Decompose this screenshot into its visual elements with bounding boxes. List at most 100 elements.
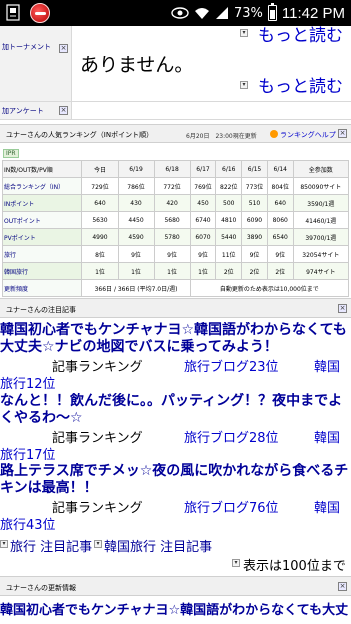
table-cell[interactable]: INポイント: [1, 194, 83, 212]
column-header: 6/16: [215, 160, 243, 178]
table-cell[interactable]: 旅行: [1, 245, 83, 263]
table-row: 旅行 8位 9位 9位 9位 11位 9位 9位 32054サイト: [1, 245, 350, 263]
post-title-2[interactable]: なんと！！飲んだ後に。。パッティング！？夜中までよ くやるわ〜☆: [0, 393, 351, 427]
table-cell[interactable]: OUTポイント: [1, 211, 83, 229]
post-title-line[interactable]: キンは最高！！: [0, 480, 351, 497]
app-icon: [30, 3, 50, 23]
post-blog-rank[interactable]: 旅行ブログ76位: [184, 501, 279, 517]
post-title-line[interactable]: 路上テラス席でチメッ☆夜の風に吹かれながら食べるチ: [0, 463, 351, 480]
close-icon[interactable]: ×: [59, 106, 68, 115]
column-header: 6/14: [266, 160, 294, 178]
column-header: 6/19: [117, 160, 155, 178]
tag-link-korea[interactable]: 韓国旅行 注目記事: [104, 536, 212, 555]
table-cell: 1位: [153, 262, 191, 280]
column-header: 6/17: [189, 160, 217, 178]
more-link-top[interactable]: もっと読む: [258, 26, 343, 46]
table-cell: 32054サイト: [292, 245, 350, 263]
tag-links: ▾ 旅行 注目記事 ▾ 韓国旅行 注目記事: [0, 536, 351, 555]
post-title-3[interactable]: 路上テラス席でチメッ☆夜の風に吹かれながら食べるチ キンは最高！！: [0, 463, 351, 497]
arrow-icon[interactable]: ▾: [240, 81, 248, 89]
close-icon[interactable]: ×: [338, 304, 347, 313]
table-cell: 640: [266, 194, 294, 212]
post-region[interactable]: 韓国: [314, 501, 340, 517]
table-row: PVポイント 4990 4590 5780 6070 5440 3890 6540 39700/…: [1, 228, 350, 246]
column-header: 今日: [81, 160, 119, 178]
tag-link-travel[interactable]: 旅行 注目記事: [10, 536, 92, 555]
table-cell: 450: [189, 194, 217, 212]
status-bar: 73% 11:42 PM: [0, 0, 351, 26]
tournament-section: 加トーナメント × ▾ もっと読む ありません。 ▾ もっと読む: [0, 26, 351, 102]
post-blog-rank[interactable]: 旅行ブログ28位: [184, 431, 279, 447]
update-post-title[interactable]: 韓国初心者でもケンチャナヨ☆韓国語がわからなくても大丈: [0, 602, 351, 619]
table-cell: 366日 / 366日 (平均7.0日/週): [81, 279, 191, 297]
close-icon[interactable]: ×: [59, 44, 68, 53]
notice-header: ユナーさんの注目記事 ×: [0, 298, 351, 318]
post-category: 記事ランキング: [52, 431, 143, 446]
table-cell: 4450: [117, 211, 155, 229]
arrow-icon[interactable]: ▾: [240, 29, 248, 37]
show-more-text[interactable]: 表示は100位まで: [243, 555, 346, 574]
table-cell[interactable]: PVポイント: [1, 228, 83, 246]
table-cell: 6740: [189, 211, 217, 229]
ranking-title: ユナーさんの人気ランキング（INポイント順）: [6, 131, 154, 139]
survey-side-cell: 加アンケート ×: [0, 102, 72, 119]
table-cell: 8060: [266, 211, 294, 229]
post-blog-rank[interactable]: 旅行ブログ23位: [184, 360, 279, 376]
post-title-line[interactable]: なんと！！飲んだ後に。。パッティング！？夜中までよ: [0, 393, 351, 410]
column-header: 6/18: [153, 160, 191, 178]
post-title-line[interactable]: 大丈夫☆ナビの地図でバスに乗ってみよう！: [0, 339, 351, 356]
ranking-badge: IPR: [3, 149, 19, 158]
post-title-line[interactable]: 韓国初心者でもケンチャナヨ☆韓国語がわからなくても: [0, 322, 351, 339]
page-content: 加トーナメント × ▾ もっと読む ありません。 ▾ もっと読む 加アンケート …: [0, 26, 351, 624]
table-cell: 1位: [81, 262, 119, 280]
tournament-body: ありません。: [80, 54, 194, 76]
table-row: 韓国旅行 1位 1位 1位 1位 2位 2位 2位 974サイト: [1, 262, 350, 280]
tournament-label: 加トーナメント: [2, 43, 51, 51]
arrow-icon[interactable]: ▾: [232, 559, 240, 567]
notification-icon: [6, 4, 20, 21]
table-cell: 5440: [215, 228, 243, 246]
table-cell: 2位: [215, 262, 243, 280]
table-cell: 3890: [241, 228, 268, 246]
table-header-row: IN数/OUT数/PV順 今日 6/19 6/18 6/17 6/16 6/15 6/14 全参…: [1, 160, 350, 178]
table-row: INポイント 640 430 420 450 500 510 640 3590/1週: [1, 194, 350, 212]
ranking-help-link[interactable]: ランキングヘルプ: [280, 130, 336, 140]
post-region[interactable]: 韓国: [314, 431, 340, 447]
post-title-1[interactable]: 韓国初心者でもケンチャナヨ☆韓国語がわからなくても 大丈夫☆ナビの地図でバスに乗…: [0, 322, 351, 356]
table-cell: 9位: [189, 245, 217, 263]
table-cell: 2位: [241, 262, 268, 280]
table-cell: 2位: [266, 262, 294, 280]
notice-title: ユナーさんの注目記事: [6, 306, 76, 314]
table-cell[interactable]: 総合ランキング（IN）: [1, 177, 83, 195]
table-cell: 430: [117, 194, 155, 212]
table-cell: 41460/1週: [292, 211, 350, 229]
help-icon[interactable]: [270, 130, 278, 138]
show-more-row: ▾ 表示は100位まで: [0, 555, 351, 574]
post-region[interactable]: 韓国: [314, 360, 340, 376]
table-row: OUTポイント 5630 4450 5680 6740 4810 6090 8060 41460…: [1, 211, 350, 229]
table-cell: 850090サイト: [292, 177, 350, 195]
arrow-icon[interactable]: ▾: [0, 540, 8, 548]
close-icon[interactable]: ×: [338, 582, 347, 591]
post-category: 記事ランキング: [52, 501, 143, 516]
clock: 11:42 PM: [281, 4, 345, 22]
post-rank-1[interactable]: 旅行12位: [0, 377, 56, 393]
close-icon[interactable]: ×: [338, 129, 347, 138]
post-title-line[interactable]: くやるわ〜☆: [0, 410, 351, 427]
signal-icon: [216, 7, 228, 19]
eye-icon: [171, 7, 189, 19]
column-header: 全参加数: [292, 160, 350, 178]
more-link[interactable]: もっと読む: [258, 72, 343, 97]
table-cell: 9位: [117, 245, 155, 263]
table-cell: 640: [81, 194, 119, 212]
table-cell: 5780: [153, 228, 191, 246]
post-rank-2[interactable]: 旅行17位: [0, 448, 56, 464]
table-cell[interactable]: 韓国旅行: [1, 262, 83, 280]
post-rank-3[interactable]: 旅行43位: [0, 518, 56, 534]
table-cell: 3590/1週: [292, 194, 350, 212]
battery-percent: 73%: [234, 5, 263, 21]
table-cell: 974サイト: [292, 262, 350, 280]
arrow-icon[interactable]: ▾: [94, 540, 102, 548]
ranking-table: IN数/OUT数/PV順 今日 6/19 6/18 6/17 6/16 6/15 6/14 全参…: [1, 160, 350, 297]
table-cell: 更新頻度: [1, 279, 83, 297]
